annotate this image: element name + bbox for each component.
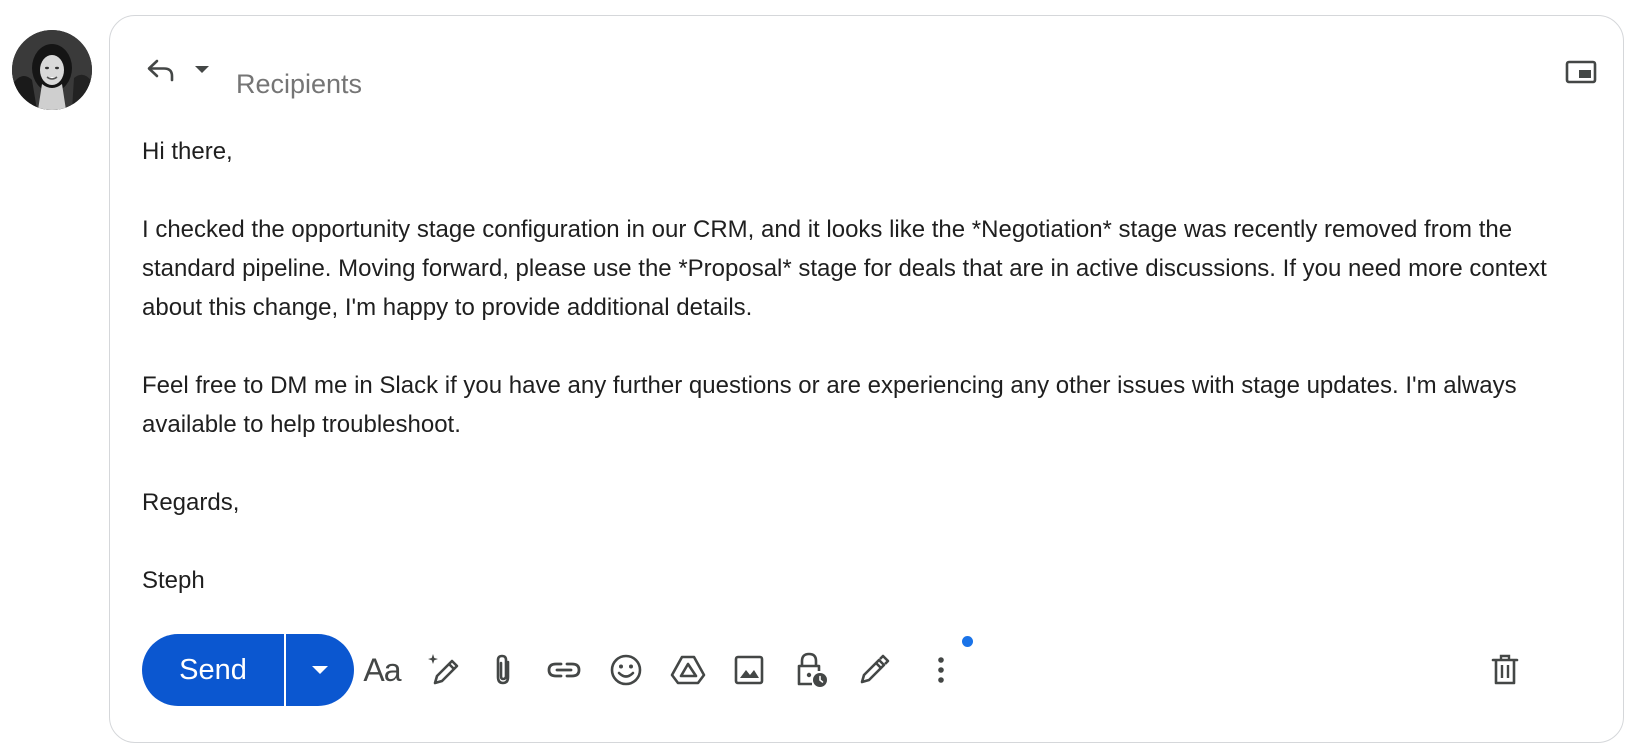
reply-type-button[interactable] [140,52,182,88]
send-options-button[interactable] [286,634,354,706]
more-options-button[interactable] [917,646,965,694]
attach-file-button[interactable] [479,646,527,694]
link-icon [547,662,581,678]
insert-photo-button[interactable] [725,646,773,694]
send-button-group: Send [142,634,354,706]
popout-button[interactable] [1561,54,1601,90]
send-options-icon [312,666,328,674]
discard-draft-button[interactable] [1481,646,1529,694]
body-paragraph-2: Feel free to DM me in Slack if you have … [142,372,1517,438]
greeting-text: Hi there, [142,138,233,165]
compose-toolbar: Send Aa [110,614,1623,706]
help-me-write-button[interactable] [420,646,468,694]
reply-icon [147,59,174,82]
insert-signature-button[interactable] [849,646,897,694]
image-icon [734,655,764,685]
insert-emoji-button[interactable] [602,646,650,694]
avatar-photo [12,30,92,110]
help-me-write-icon [428,654,459,685]
formatting-options-button[interactable]: Aa [358,646,406,694]
attach-icon [496,654,510,685]
confidential-icon [797,652,827,687]
reply-type-dropdown[interactable] [192,58,212,82]
signature-icon [860,654,890,684]
notification-dot [962,636,973,647]
popout-icon [1565,60,1597,84]
drive-icon [670,655,706,685]
insert-drive-file-button[interactable] [664,646,712,694]
closing-text: Regards, [142,489,240,516]
confidential-mode-button[interactable] [787,646,835,694]
compose-window: Hi there, I checked the opportunity stag… [109,15,1624,743]
signature-text: Steph [142,567,205,594]
avatar[interactable] [12,30,92,110]
message-body[interactable]: Hi there, I checked the opportunity stag… [142,132,1582,600]
insert-link-button[interactable] [540,646,588,694]
more-options-icon [938,657,944,683]
compose-header [110,16,1623,116]
chevron-down-icon [195,66,209,73]
send-button[interactable]: Send [142,634,286,706]
body-paragraph-1: I checked the opportunity stage configur… [142,216,1547,321]
emoji-icon [610,654,642,686]
recipients-input[interactable] [236,64,1436,104]
formatting-icon: Aa [363,651,401,688]
delete-icon [1491,654,1519,685]
